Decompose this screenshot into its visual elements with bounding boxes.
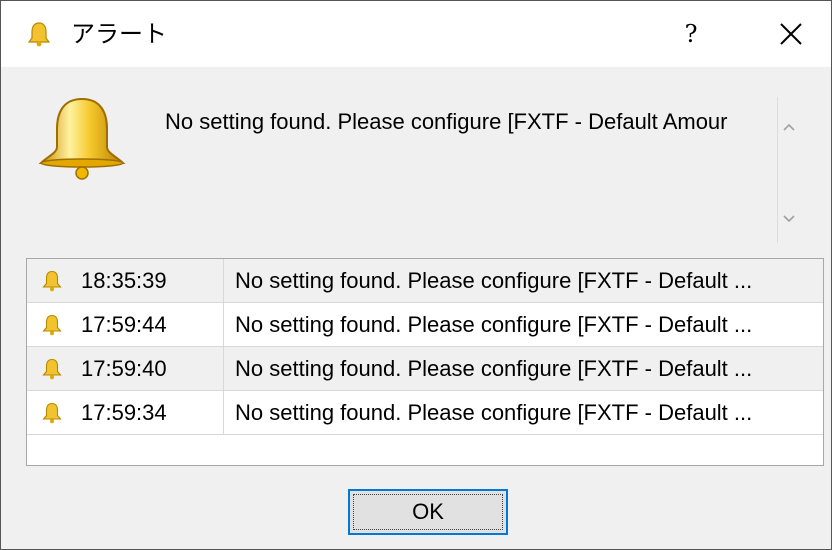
message-text: No setting found. Please configure [FXTF… <box>165 109 728 134</box>
bell-icon <box>42 270 62 292</box>
close-icon <box>780 23 802 45</box>
alert-message: No setting found. Please configure [FXTF… <box>235 268 753 293</box>
alert-dialog: アラート ? No setting found. Please configur… <box>0 0 832 550</box>
list-item[interactable]: 17:59:44 No setting found. Please config… <box>27 303 823 347</box>
message-scrollbar[interactable] <box>777 97 799 243</box>
column-divider <box>223 259 224 303</box>
ok-button[interactable]: OK <box>348 489 508 535</box>
list-item[interactable]: 17:59:34 No setting found. Please config… <box>27 391 823 435</box>
alert-list[interactable]: 18:35:39 No setting found. Please config… <box>26 258 824 466</box>
bell-icon <box>42 358 62 380</box>
message-area[interactable]: No setting found. Please configure [FXTF… <box>151 97 799 243</box>
window-title: アラート <box>71 20 167 48</box>
focus-outline <box>353 494 503 530</box>
column-divider <box>223 347 224 391</box>
bell-icon <box>27 22 51 47</box>
alert-time: 17:59:34 <box>81 400 167 425</box>
help-button[interactable]: ? <box>661 9 721 59</box>
title-bar[interactable]: アラート ? <box>1 1 831 67</box>
bell-icon <box>42 314 62 336</box>
close-button[interactable] <box>761 9 821 59</box>
chevron-down-icon[interactable] <box>778 209 799 229</box>
alert-time: 18:35:39 <box>81 268 167 293</box>
list-item[interactable]: 18:35:39 No setting found. Please config… <box>27 259 823 303</box>
column-divider <box>223 391 224 435</box>
column-divider <box>223 303 224 347</box>
alert-message: No setting found. Please configure [FXTF… <box>235 400 753 425</box>
chevron-up-icon[interactable] <box>778 117 799 137</box>
alert-time: 17:59:44 <box>81 312 167 337</box>
list-item[interactable]: 17:59:40 No setting found. Please config… <box>27 347 823 391</box>
alert-message: No setting found. Please configure [FXTF… <box>235 356 753 381</box>
bell-icon <box>38 97 126 180</box>
alert-message: No setting found. Please configure [FXTF… <box>235 312 753 337</box>
bell-icon <box>42 402 62 424</box>
alert-time: 17:59:40 <box>81 356 167 381</box>
